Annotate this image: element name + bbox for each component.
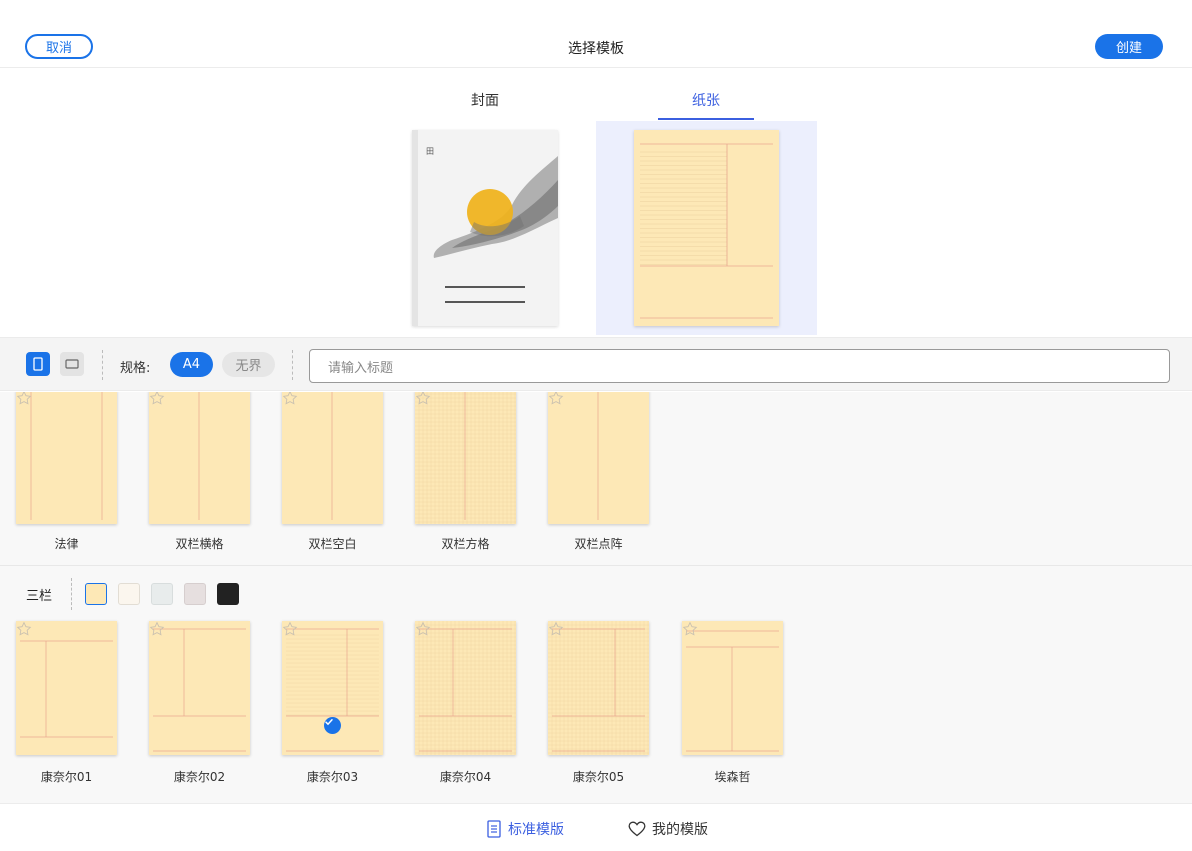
portrait-orientation-button[interactable] bbox=[26, 352, 50, 376]
two-column-blank-lines bbox=[331, 392, 333, 520]
page-title: 选择模板 bbox=[568, 41, 624, 57]
section-divider bbox=[0, 565, 1192, 566]
star-icon[interactable] bbox=[415, 392, 431, 406]
template-name: 法律 bbox=[54, 537, 79, 551]
landscape-orientation-button[interactable] bbox=[60, 352, 84, 376]
toolbar-divider bbox=[292, 350, 293, 380]
template-name: 埃森哲 bbox=[714, 770, 751, 784]
star-icon[interactable] bbox=[282, 621, 298, 637]
cornell-03-lines bbox=[286, 628, 379, 752]
document-icon bbox=[487, 820, 501, 838]
two-column-dot-lines bbox=[597, 392, 599, 520]
legal-paper-lines bbox=[30, 392, 103, 520]
template-thumbnail bbox=[548, 621, 649, 755]
cornell-04-lines bbox=[415, 621, 516, 755]
template-name: 双栏方格 bbox=[441, 537, 490, 551]
star-icon[interactable] bbox=[149, 621, 165, 637]
paper-preview bbox=[634, 130, 779, 326]
cornell-02-lines bbox=[153, 628, 246, 752]
tab-cover[interactable]: 封面 bbox=[437, 90, 533, 110]
star-icon[interactable] bbox=[682, 621, 698, 637]
paper-preview-selected[interactable] bbox=[596, 121, 817, 335]
template-thumbnail bbox=[149, 621, 250, 755]
color-swatch-yellow[interactable] bbox=[85, 583, 107, 605]
template-name: 康奈尔03 bbox=[306, 770, 359, 784]
tab-my-templates[interactable]: 我的模版 bbox=[628, 819, 708, 839]
cover-preview[interactable]: 田 bbox=[412, 130, 558, 326]
tab-active-indicator bbox=[658, 118, 754, 120]
template-thumbnail bbox=[415, 621, 516, 755]
template-thumbnail bbox=[16, 392, 117, 524]
template-name: 双栏点阵 bbox=[574, 537, 623, 551]
landscape-icon bbox=[65, 359, 79, 369]
template-name: 康奈尔02 bbox=[173, 770, 226, 784]
template-list: 法律 双栏横格 双栏空白 双栏方格 双栏点阵 三栏 康奈尔01 康奈尔02 康奈… bbox=[0, 392, 1192, 803]
tab-paper[interactable]: 纸张 bbox=[658, 90, 754, 110]
template-thumbnail bbox=[415, 392, 516, 524]
color-swatch-black[interactable] bbox=[217, 583, 239, 605]
spec-unbounded-button[interactable]: 无界 bbox=[222, 352, 275, 377]
accenture-lines bbox=[686, 630, 779, 752]
top-bar: 取消 选择模板 创建 bbox=[0, 0, 1192, 68]
template-thumbnail bbox=[282, 392, 383, 524]
color-swatch-pink-gray[interactable] bbox=[184, 583, 206, 605]
spec-a4-button[interactable]: A4 bbox=[170, 352, 213, 377]
cornell-05-lines bbox=[548, 621, 649, 755]
cover-artwork: 田 bbox=[412, 130, 558, 326]
template-name: 双栏空白 bbox=[308, 537, 357, 551]
template-thumbnail bbox=[682, 621, 783, 755]
two-column-grid-lines bbox=[415, 392, 516, 524]
tab-standard-templates[interactable]: 标准模版 bbox=[486, 819, 564, 839]
template-name: 康奈尔04 bbox=[439, 770, 492, 784]
star-icon[interactable] bbox=[16, 392, 32, 406]
tab-label: 标准模版 bbox=[508, 822, 564, 838]
star-icon[interactable] bbox=[149, 392, 165, 406]
toolbar-divider bbox=[102, 350, 103, 380]
cornell-01-lines bbox=[20, 640, 113, 738]
cornell-paper-lines bbox=[640, 143, 773, 319]
color-swatch-cream[interactable] bbox=[118, 583, 140, 605]
svg-text:田: 田 bbox=[426, 147, 434, 156]
tab-label: 我的模版 bbox=[652, 822, 708, 838]
template-thumbnail bbox=[149, 392, 250, 524]
selected-check-icon bbox=[324, 717, 341, 734]
color-swatch-gray-green[interactable] bbox=[151, 583, 173, 605]
spec-label: 规格: bbox=[120, 361, 151, 376]
section-divider bbox=[71, 578, 72, 610]
template-thumbnail bbox=[282, 621, 383, 755]
template-name: 康奈尔01 bbox=[40, 770, 93, 784]
star-icon[interactable] bbox=[548, 392, 564, 406]
heart-icon bbox=[628, 821, 646, 837]
two-column-lined-lines bbox=[198, 392, 200, 520]
filter-toolbar: 规格: A4 无界 请输入标题 bbox=[0, 337, 1192, 391]
template-thumbnail bbox=[16, 621, 117, 755]
create-button[interactable]: 创建 bbox=[1095, 34, 1163, 59]
portrait-icon bbox=[33, 357, 43, 371]
star-icon[interactable] bbox=[415, 621, 431, 637]
title-search-input[interactable]: 请输入标题 bbox=[309, 349, 1170, 383]
star-icon[interactable] bbox=[548, 621, 564, 637]
template-name: 康奈尔05 bbox=[572, 770, 625, 784]
star-icon[interactable] bbox=[16, 621, 32, 637]
template-name: 双栏横格 bbox=[175, 537, 224, 551]
section-label-three-column: 三栏 bbox=[26, 589, 53, 604]
bottom-tab-bar: 标准模版 我的模版 bbox=[0, 803, 1192, 851]
template-thumbnail bbox=[548, 392, 649, 524]
star-icon[interactable] bbox=[282, 392, 298, 406]
